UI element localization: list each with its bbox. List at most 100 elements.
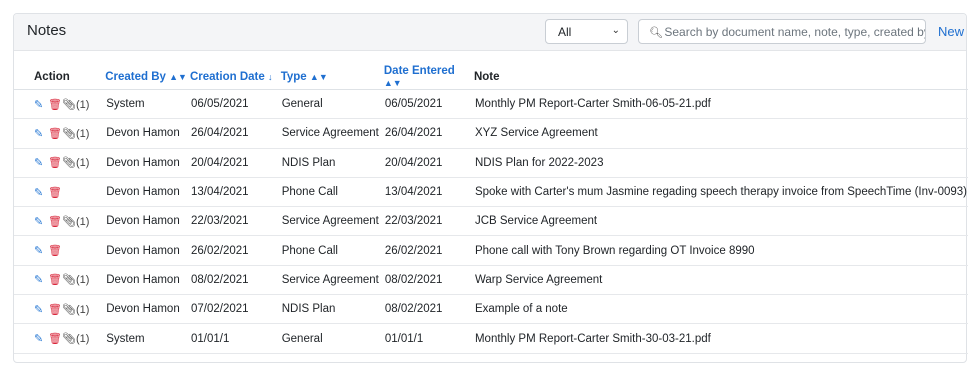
date-entered-cell: 01/01/1 [383,323,474,354]
paperclip-icon[interactable]: 📎︎(1) [62,128,89,140]
attachment-count: (1) [75,333,90,346]
edit-icon[interactable]: ✎ [34,156,48,169]
table-row: ✎ 🗑︎ Devon Hamon 13/04/2021 Phone Call 13/04/… [14,177,968,208]
action-cell: ✎ 🗑︎📎︎(1) [14,294,106,325]
created-by-cell: Devon Hamon [105,294,190,325]
sort-icon: ▲▼ [309,72,328,82]
date-entered-cell: 26/02/2021 [383,235,474,266]
notes-table: Action Created By ▲▼ Creation Date ↓ Typ… [14,65,968,354]
type-cell: Phone Call [280,177,384,208]
action-cell: ✎ 🗑︎📎︎(1) [14,265,106,296]
trash-icon[interactable]: 🗑︎ [48,303,62,316]
creation-date-cell: 22/03/2021 [189,206,281,237]
table-row: ✎ 🗑︎📎︎(1) Devon Hamon 08/02/2021 Service Agr… [14,265,968,296]
paperclip-icon[interactable]: 📎︎(1) [62,216,89,228]
trash-icon[interactable]: 🗑︎ [48,156,62,169]
table-row: ✎ 🗑︎📎︎(1) System 01/01/1 General 01/01/1 Month… [14,323,968,354]
action-cell: ✎ 🗑︎ [14,177,106,208]
action-cell: ✎ 🗑︎📎︎(1) [14,89,106,120]
search-input[interactable]: 🔍︎ Search by document name, note, type, … [638,19,926,44]
note-cell: Phone call with Tony Brown regarding OT … [473,235,968,266]
creation-date-cell: 26/04/2021 [189,118,281,149]
search-icon: 🔍︎ [649,27,663,39]
type-cell: Service Agreement [280,265,384,296]
edit-icon[interactable]: ✎ [34,186,48,199]
note-cell: Warp Service Agreement [473,265,968,296]
creation-date-cell: 13/04/2021 [189,177,281,208]
paperclip-icon[interactable]: 📎︎(1) [62,157,89,169]
notes-panel: Notes All ⌄ 🔍︎ Search by document name, … [13,13,968,363]
attachment-count: (1) [75,157,90,170]
panel-title: Notes [27,22,67,39]
type-cell: NDIS Plan [280,148,384,178]
edit-icon[interactable]: ✎ [34,303,48,316]
paperclip-icon[interactable]: 📎︎(1) [62,333,89,345]
action-cell: ✎ 🗑︎📎︎(1) [14,323,106,354]
edit-icon[interactable]: ✎ [34,332,48,345]
sort-icon: ▲▼ [169,72,187,82]
creation-date-cell: 20/04/2021 [189,148,281,178]
type-cell: Service Agreement [280,118,384,149]
new-note-link[interactable]: New [938,24,964,39]
table-row: ✎ 🗑︎ Devon Hamon 26/02/2021 Phone Call 26/02/… [14,235,968,266]
col-action: Action [14,65,106,90]
type-cell: General [280,89,384,120]
edit-icon[interactable]: ✎ [34,273,48,286]
creation-date-cell: 07/02/2021 [189,294,281,325]
edit-icon[interactable]: ✎ [34,98,48,111]
edit-icon[interactable]: ✎ [34,244,48,257]
table-row: ✎ 🗑︎📎︎(1) Devon Hamon 22/03/2021 Service Agr… [14,206,968,237]
date-entered-cell: 20/04/2021 [383,148,474,178]
created-by-cell: Devon Hamon [105,118,190,149]
attachment-count: (1) [75,303,90,316]
trash-icon[interactable]: 🗑︎ [48,127,62,140]
trash-icon[interactable]: 🗑︎ [48,273,62,286]
note-cell: JCB Service Agreement [473,206,968,237]
creation-date-cell: 08/02/2021 [189,265,281,296]
table-row: ✎ 🗑︎📎︎(1) Devon Hamon 26/04/2021 Service Agr… [14,118,968,149]
note-cell: Spoke with Carter's mum Jasmine regading… [473,177,968,208]
paperclip-icon[interactable]: 📎︎(1) [62,99,89,111]
col-created-by[interactable]: Created By ▲▼ [105,65,190,90]
table-row: ✎ 🗑︎📎︎(1) Devon Hamon 07/02/2021 NDIS Plan 08… [14,294,968,325]
note-cell: Monthly PM Report-Carter Smith-30-03-21.… [473,323,968,354]
col-creation-date[interactable]: Creation Date ↓ [189,65,281,90]
attachment-count: (1) [75,98,90,111]
col-note: Note [473,65,968,90]
creation-date-cell: 01/01/1 [189,323,281,354]
created-by-cell: Devon Hamon [105,148,190,178]
sort-icon: ↓ [267,72,273,82]
type-cell: NDIS Plan [280,294,384,325]
attachment-count: (1) [75,215,90,228]
sort-icon: ▲▼ [383,78,402,88]
date-entered-cell: 26/04/2021 [383,118,474,149]
chevron-down-icon: ⌄ [611,25,620,36]
trash-icon[interactable]: 🗑︎ [48,332,62,345]
action-cell: ✎ 🗑︎📎︎(1) [14,118,106,149]
created-by-cell: System [105,323,190,354]
edit-icon[interactable]: ✎ [34,215,48,228]
date-entered-cell: 08/02/2021 [383,265,474,296]
edit-icon[interactable]: ✎ [34,127,48,140]
trash-icon[interactable]: 🗑︎ [48,98,62,111]
trash-icon[interactable]: 🗑︎ [48,244,62,257]
paperclip-icon[interactable]: 📎︎(1) [62,304,89,316]
action-cell: ✎ 🗑︎📎︎(1) [14,206,106,237]
attachment-count: (1) [75,127,90,140]
created-by-cell: Devon Hamon [105,235,190,266]
creation-date-cell: 26/02/2021 [189,235,281,266]
filter-select[interactable]: All ⌄ [545,19,628,44]
col-date-entered[interactable]: Date Entered ▲▼ [383,65,474,90]
note-cell: Monthly PM Report-Carter Smith-06-05-21.… [473,89,968,120]
created-by-cell: Devon Hamon [105,206,190,237]
table-header-row: Action Created By ▲▼ Creation Date ↓ Typ… [14,65,968,90]
trash-icon[interactable]: 🗑︎ [48,215,62,228]
type-cell: Service Agreement [280,206,384,237]
table-row: ✎ 🗑︎📎︎(1) System 06/05/2021 General 06/05/202… [14,89,968,120]
panel-header: Notes All ⌄ 🔍︎ Search by document name, … [14,14,966,51]
trash-icon[interactable]: 🗑︎ [48,186,62,199]
col-type[interactable]: Type ▲▼ [280,65,384,90]
filter-value: All [558,25,572,39]
type-cell: General [280,323,384,354]
paperclip-icon[interactable]: 📎︎(1) [62,274,89,286]
